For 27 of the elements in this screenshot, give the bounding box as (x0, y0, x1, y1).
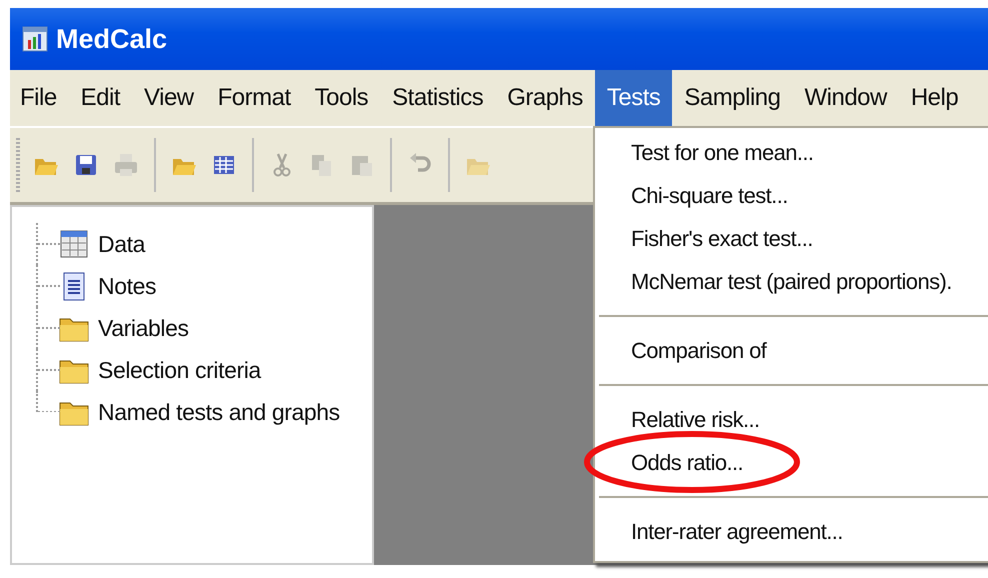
menu-item[interactable]: Tools (302, 70, 380, 126)
window-title: MedCalc (56, 24, 168, 54)
menu-item[interactable]: Comparison of (631, 338, 766, 364)
tree-item[interactable]: Named tests and graphs (98, 398, 340, 426)
toolbar-grip[interactable] (16, 138, 20, 192)
menu-item[interactable]: Sampling (672, 70, 792, 126)
menu-item[interactable]: Statistics (380, 70, 496, 126)
menu-item[interactable]: Format (206, 70, 303, 126)
menu-item[interactable]: File (10, 70, 69, 126)
menu-item[interactable]: Help (898, 70, 970, 126)
tree-item[interactable]: Variables (98, 314, 189, 342)
menu-item[interactable]: McNemar test (paired proportions). (631, 268, 952, 294)
menu-item[interactable]: Graphs (495, 70, 595, 126)
tree-item[interactable]: Notes (98, 272, 156, 300)
menu-item[interactable]: Test for one mean... (631, 140, 814, 166)
menu-item[interactable]: Inter-rater agreement... (631, 518, 843, 544)
menu-item[interactable]: Chi-square test... (631, 182, 788, 208)
tree-item[interactable]: Selection criteria (98, 356, 261, 384)
app-icon (22, 26, 48, 52)
menu-item[interactable]: Window (792, 70, 899, 126)
grid-icon (58, 228, 90, 260)
tree-item[interactable]: Data (98, 230, 145, 258)
menu-item[interactable]: Relative risk... (631, 406, 760, 432)
menu-item[interactable]: Fisher's exact test... (631, 226, 813, 252)
menu-item[interactable]: Edit (68, 70, 132, 126)
menu-item[interactable]: View (132, 70, 206, 126)
menu-item[interactable]: Tests (594, 70, 672, 126)
